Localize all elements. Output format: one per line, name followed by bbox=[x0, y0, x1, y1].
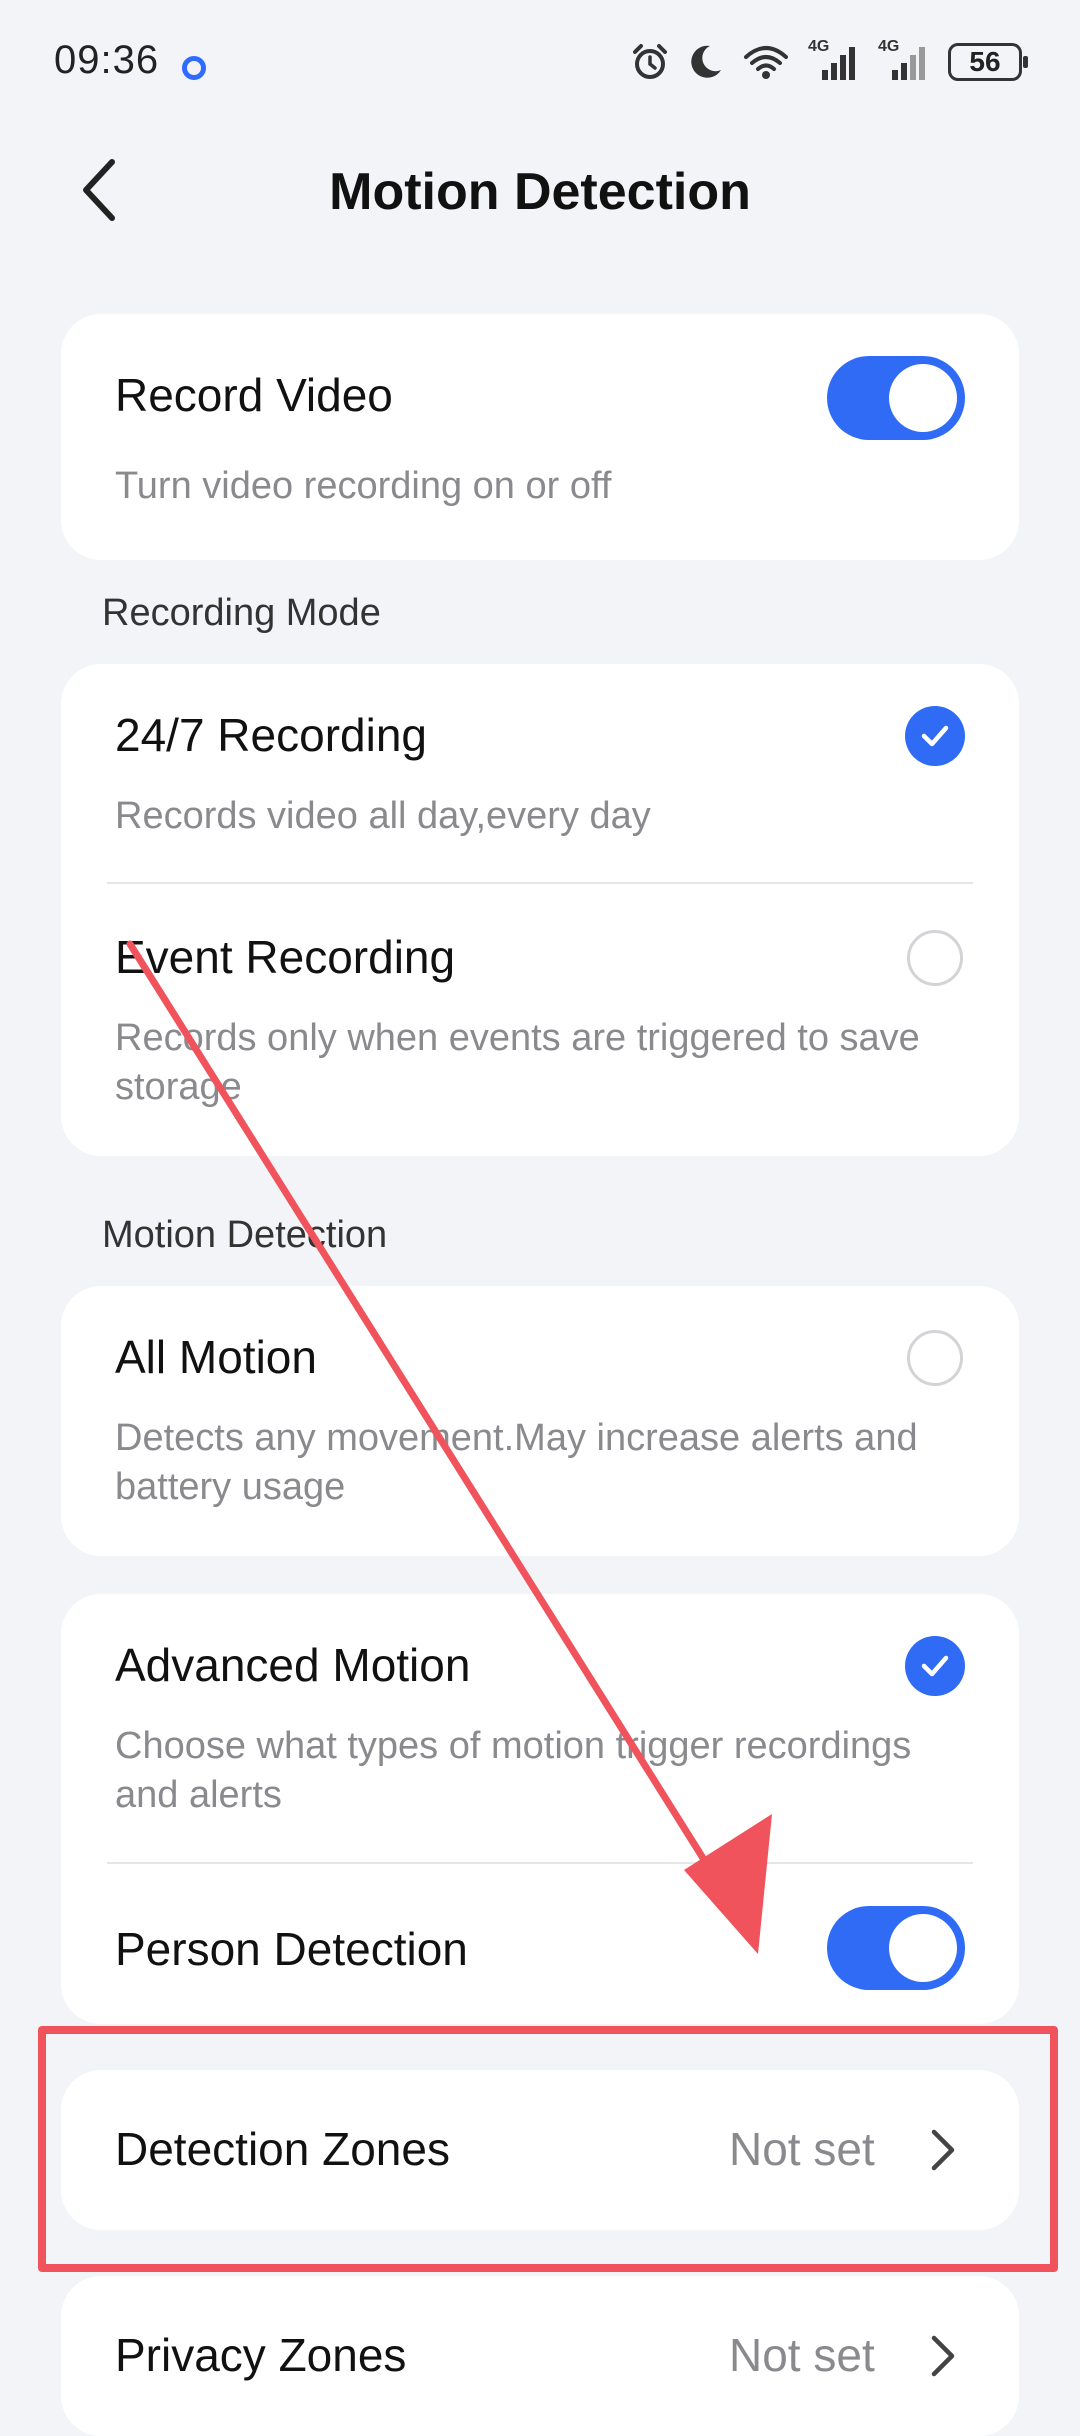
detection-zones-title: Detection Zones bbox=[115, 2123, 450, 2175]
all-motion-card[interactable]: All Motion Detects any movement.May incr… bbox=[61, 1286, 1019, 1556]
option-title: 24/7 Recording bbox=[115, 709, 427, 761]
option-description: Records video all day,every day bbox=[115, 795, 651, 837]
all-motion-description: Detects any movement.May increase alerts… bbox=[115, 1417, 918, 1508]
divider bbox=[107, 1862, 973, 1864]
privacy-zones-value: Not set bbox=[729, 2329, 875, 2381]
toggle-knob bbox=[889, 1914, 957, 1982]
option-title: Event Recording bbox=[115, 931, 456, 983]
option-description: Records only when events are triggered t… bbox=[115, 1017, 920, 1108]
record-video-title: Record Video bbox=[115, 369, 393, 421]
recording-mode-card: 24/7 Recording Records video all day,eve… bbox=[61, 664, 1019, 1156]
option-advanced-motion[interactable]: Advanced Motion Choose what types of mot… bbox=[61, 1594, 1019, 1862]
advanced-motion-card: Advanced Motion Choose what types of mot… bbox=[61, 1594, 1019, 2024]
header: Motion Detection bbox=[0, 130, 1080, 250]
divider bbox=[107, 882, 973, 884]
record-video-toggle[interactable] bbox=[827, 356, 965, 440]
toggle-knob bbox=[889, 364, 957, 432]
battery-icon: 56 bbox=[948, 43, 1028, 81]
advanced-motion-title: Advanced Motion bbox=[115, 1639, 471, 1691]
record-video-card: Record Video Turn video recording on or … bbox=[61, 314, 1019, 560]
detection-zones-row[interactable]: Detection Zones Not set bbox=[61, 2070, 1019, 2230]
option-event-recording[interactable]: Event Recording Records only when events… bbox=[61, 886, 1019, 1156]
option-24-7-recording[interactable]: 24/7 Recording Records video all day,eve… bbox=[61, 664, 1019, 884]
moon-icon bbox=[691, 45, 721, 78]
status-time: 09:36 bbox=[54, 38, 160, 82]
check-icon[interactable] bbox=[905, 1636, 965, 1696]
radio-unselected-icon[interactable] bbox=[907, 930, 963, 986]
wifi-icon bbox=[744, 46, 788, 79]
chevron-right-icon bbox=[923, 2326, 963, 2386]
record-video-description: Turn video recording on or off bbox=[115, 465, 612, 507]
motion-detection-label: Motion Detection bbox=[102, 1214, 388, 1256]
all-motion-title: All Motion bbox=[115, 1331, 317, 1383]
location-indicator-icon bbox=[182, 56, 206, 80]
cellular-signal-2-icon: 4G bbox=[878, 38, 930, 82]
person-detection-title: Person Detection bbox=[115, 1923, 468, 1975]
page-title: Motion Detection bbox=[329, 163, 751, 221]
advanced-motion-description: Choose what types of motion trigger reco… bbox=[115, 1725, 912, 1816]
radio-unselected-icon[interactable] bbox=[907, 1330, 963, 1386]
cellular-signal-1-icon: 4G bbox=[808, 38, 860, 82]
status-icons: 4G 4G 56 bbox=[630, 38, 1028, 82]
detection-zones-value: Not set bbox=[729, 2123, 875, 2175]
alarm-icon bbox=[633, 44, 667, 79]
status-bar: 09:36 4G 4G 56 bbox=[0, 0, 1080, 130]
chevron-right-icon bbox=[923, 2120, 963, 2180]
battery-level: 56 bbox=[969, 46, 1001, 77]
person-detection-toggle[interactable] bbox=[827, 1906, 965, 1990]
recording-mode-label: Recording Mode bbox=[102, 592, 381, 634]
privacy-zones-row[interactable]: Privacy Zones Not set bbox=[61, 2276, 1019, 2436]
check-icon[interactable] bbox=[905, 706, 965, 766]
privacy-zones-title: Privacy Zones bbox=[115, 2329, 407, 2381]
